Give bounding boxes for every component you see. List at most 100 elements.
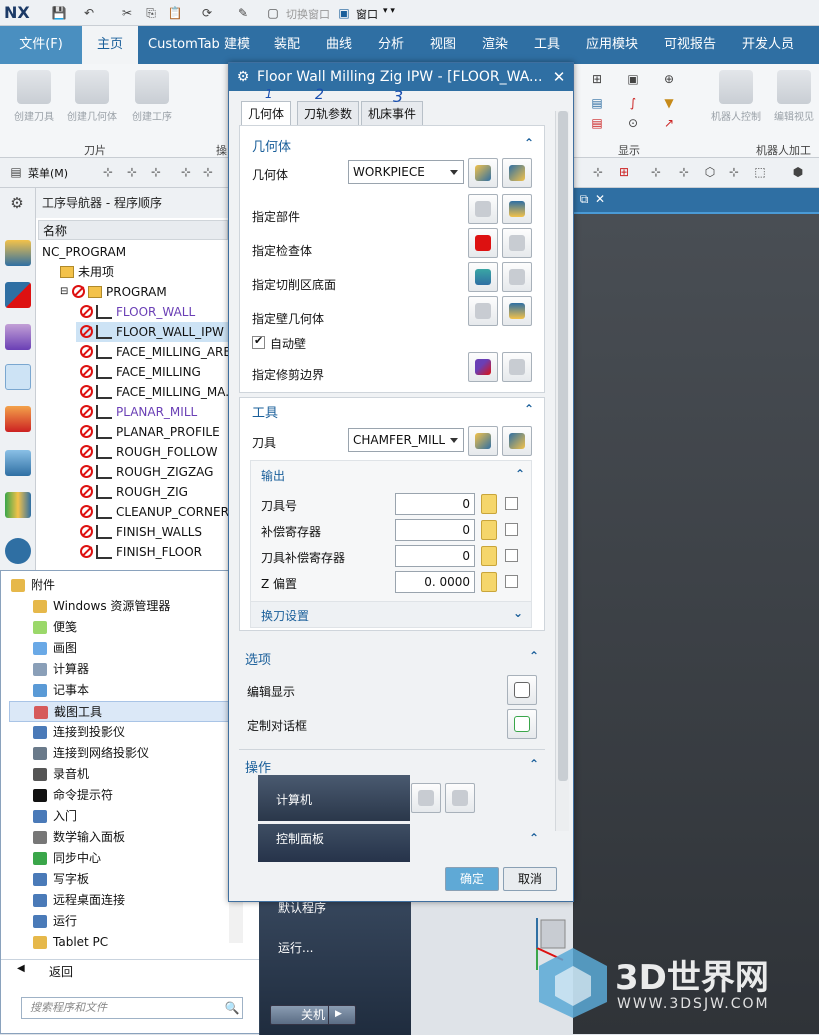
start-menu-item[interactable]: Windows 资源管理器 [33,596,170,617]
collapse-icon[interactable]: ⊟ [60,282,68,302]
copy-icon[interactable]: ⎘ [142,4,160,22]
chevron-up-icon[interactable]: ⌃ [524,136,534,150]
table-row[interactable]: 未用项 [36,262,228,282]
robot-control-button[interactable]: 机器人控制 [706,68,766,123]
display-floor-button[interactable] [502,262,532,292]
menu-button[interactable]: 菜单(M) [28,165,68,181]
table-row[interactable]: NC_PROGRAM [36,242,228,262]
start-menu-item[interactable]: 数学输入面板 [33,827,125,848]
section-geometry[interactable]: 几何体 [252,136,291,155]
edit-display-button[interactable] [507,675,537,705]
tab-view[interactable]: 视图 [420,26,466,64]
edit-geometry-button[interactable] [502,158,532,188]
table-row[interactable]: CLEANUP_CORNERS [36,502,228,522]
start-menu-item[interactable]: 画图 [33,638,77,659]
back-button[interactable]: 返回 [49,963,73,980]
table-row[interactable]: PLANAR_PROFILE [36,422,228,442]
adjust-register-checkbox[interactable] [505,523,518,536]
undo-icon[interactable]: ↶ [80,4,98,22]
table-row[interactable]: FLOOR_WALL [36,302,228,322]
gear-icon[interactable]: ⚙ [8,194,26,212]
chevron-up-icon[interactable]: ⌃ [529,831,539,845]
edit-view-button[interactable]: 编辑视见 [764,68,819,123]
start-menu-item[interactable]: 便笺 [33,617,77,638]
cancel-button[interactable]: 取消 [503,867,557,891]
part-navigator-icon[interactable] [5,324,31,350]
tab-file[interactable]: 文件(F) [0,26,82,64]
tab-curve[interactable]: 曲线 [316,26,362,64]
window-menu[interactable]: 窗口 [356,6,378,22]
select-icon[interactable]: ⊹ [200,164,216,180]
display-icon[interactable]: ⊕ [660,70,678,88]
reuse-library-icon[interactable] [5,492,31,518]
select-trim-button[interactable] [468,352,498,382]
computer-link[interactable]: 计算机 [276,791,312,808]
chevron-down-icon[interactable]: ⌄ [513,606,523,620]
new-geometry-button[interactable] [468,158,498,188]
lock-icon[interactable] [481,546,497,566]
command-finder-icon[interactable]: ✎ [232,4,254,22]
switch-window-button[interactable]: 切换窗口 [286,6,330,22]
start-menu-item[interactable]: 截图工具 [9,701,229,722]
tab-home[interactable]: 主页 [82,26,138,64]
start-menu-item[interactable]: 同步中心 [33,848,101,869]
section-output[interactable]: 输出 [261,467,285,484]
select-part-button[interactable] [468,194,498,224]
switch-window-icon[interactable]: ▢ [264,4,282,22]
display-wall-button[interactable] [502,296,532,326]
tab-machine-events[interactable]: 机床事件 [361,101,424,125]
snap-icon[interactable]: ⬚ [752,164,768,180]
run-link[interactable]: 运行... [278,939,313,956]
list-button[interactable] [445,783,475,813]
back-arrow-icon[interactable]: ◀ [17,963,25,974]
tab-applications[interactable]: 应用模块 [576,26,648,64]
close-icon[interactable]: ✕ [551,68,567,86]
repeat-icon[interactable]: ⟳ [198,4,216,22]
tab-visual-report[interactable]: 可视报告 [654,26,726,64]
snap-icon[interactable]: ⊹ [648,164,664,180]
curve-icon[interactable]: ∫ [624,94,642,112]
tab-geometry[interactable]: 几何体 [241,101,292,125]
tab-tools[interactable]: 工具 [524,26,570,64]
table-row[interactable]: FACE_MILLING [36,362,228,382]
ok-button[interactable]: 确定 [445,867,499,891]
tab-render[interactable]: 渲染 [472,26,518,64]
start-menu-item[interactable]: 写字板 [33,869,89,890]
start-menu-item[interactable]: 连接到网络投影仪 [33,743,149,764]
snap-icon[interactable]: ⊹ [590,164,606,180]
table-row[interactable]: ⊟ PROGRAM [36,282,228,302]
start-menu-item[interactable]: 录音机 [33,764,89,785]
table-row[interactable]: ROUGH_FOLLOW [36,442,228,462]
geometry-select[interactable]: WORKPIECE [348,160,464,184]
constraint-navigator-icon[interactable] [5,282,31,308]
select-floor-button[interactable] [468,262,498,292]
display-part-button[interactable] [502,194,532,224]
section-actions[interactable]: 操作 [245,757,271,776]
control-panel-link[interactable]: 控制面板 [276,830,324,847]
table-row[interactable]: ROUGH_ZIG [36,482,228,502]
display-icon[interactable]: ⊞ [588,70,606,88]
tab-analysis[interactable]: 分析 [368,26,414,64]
snap-icon[interactable]: ⊹ [676,164,692,180]
edit-tool-button[interactable] [502,426,532,456]
assembly-navigator-icon[interactable] [5,240,31,266]
table-row[interactable]: ROUGH_ZIGZAG [36,462,228,482]
table-row[interactable]: FINISH_FLOOR [36,542,228,562]
table-row[interactable]: PLANAR_MILL [36,402,228,422]
create-operation-button[interactable]: 创建工序 [122,68,182,123]
table-row[interactable]: FACE_MILLING_MA... [36,382,228,402]
view-icon[interactable]: ⬢ [790,164,806,180]
create-tool-button[interactable]: 创建刀具 [4,68,64,123]
start-menu-item[interactable]: 命令提示符 [33,785,113,806]
scrollbar-thumb[interactable] [558,111,568,781]
table-row[interactable]: FINISH_WALLS [36,522,228,542]
tool-number-input[interactable]: 0 [395,493,475,515]
section-options[interactable]: 选项 [245,649,271,668]
graphics-window[interactable] [536,188,819,1034]
z-offset-checkbox[interactable] [505,575,518,588]
section-tool[interactable]: 工具 [252,402,278,421]
start-menu-item[interactable]: 入门 [33,806,77,827]
target-icon[interactable]: ⊙ [624,114,642,132]
machine-navigator-icon[interactable] [5,406,31,432]
paste-icon[interactable]: 📋 [166,4,184,22]
